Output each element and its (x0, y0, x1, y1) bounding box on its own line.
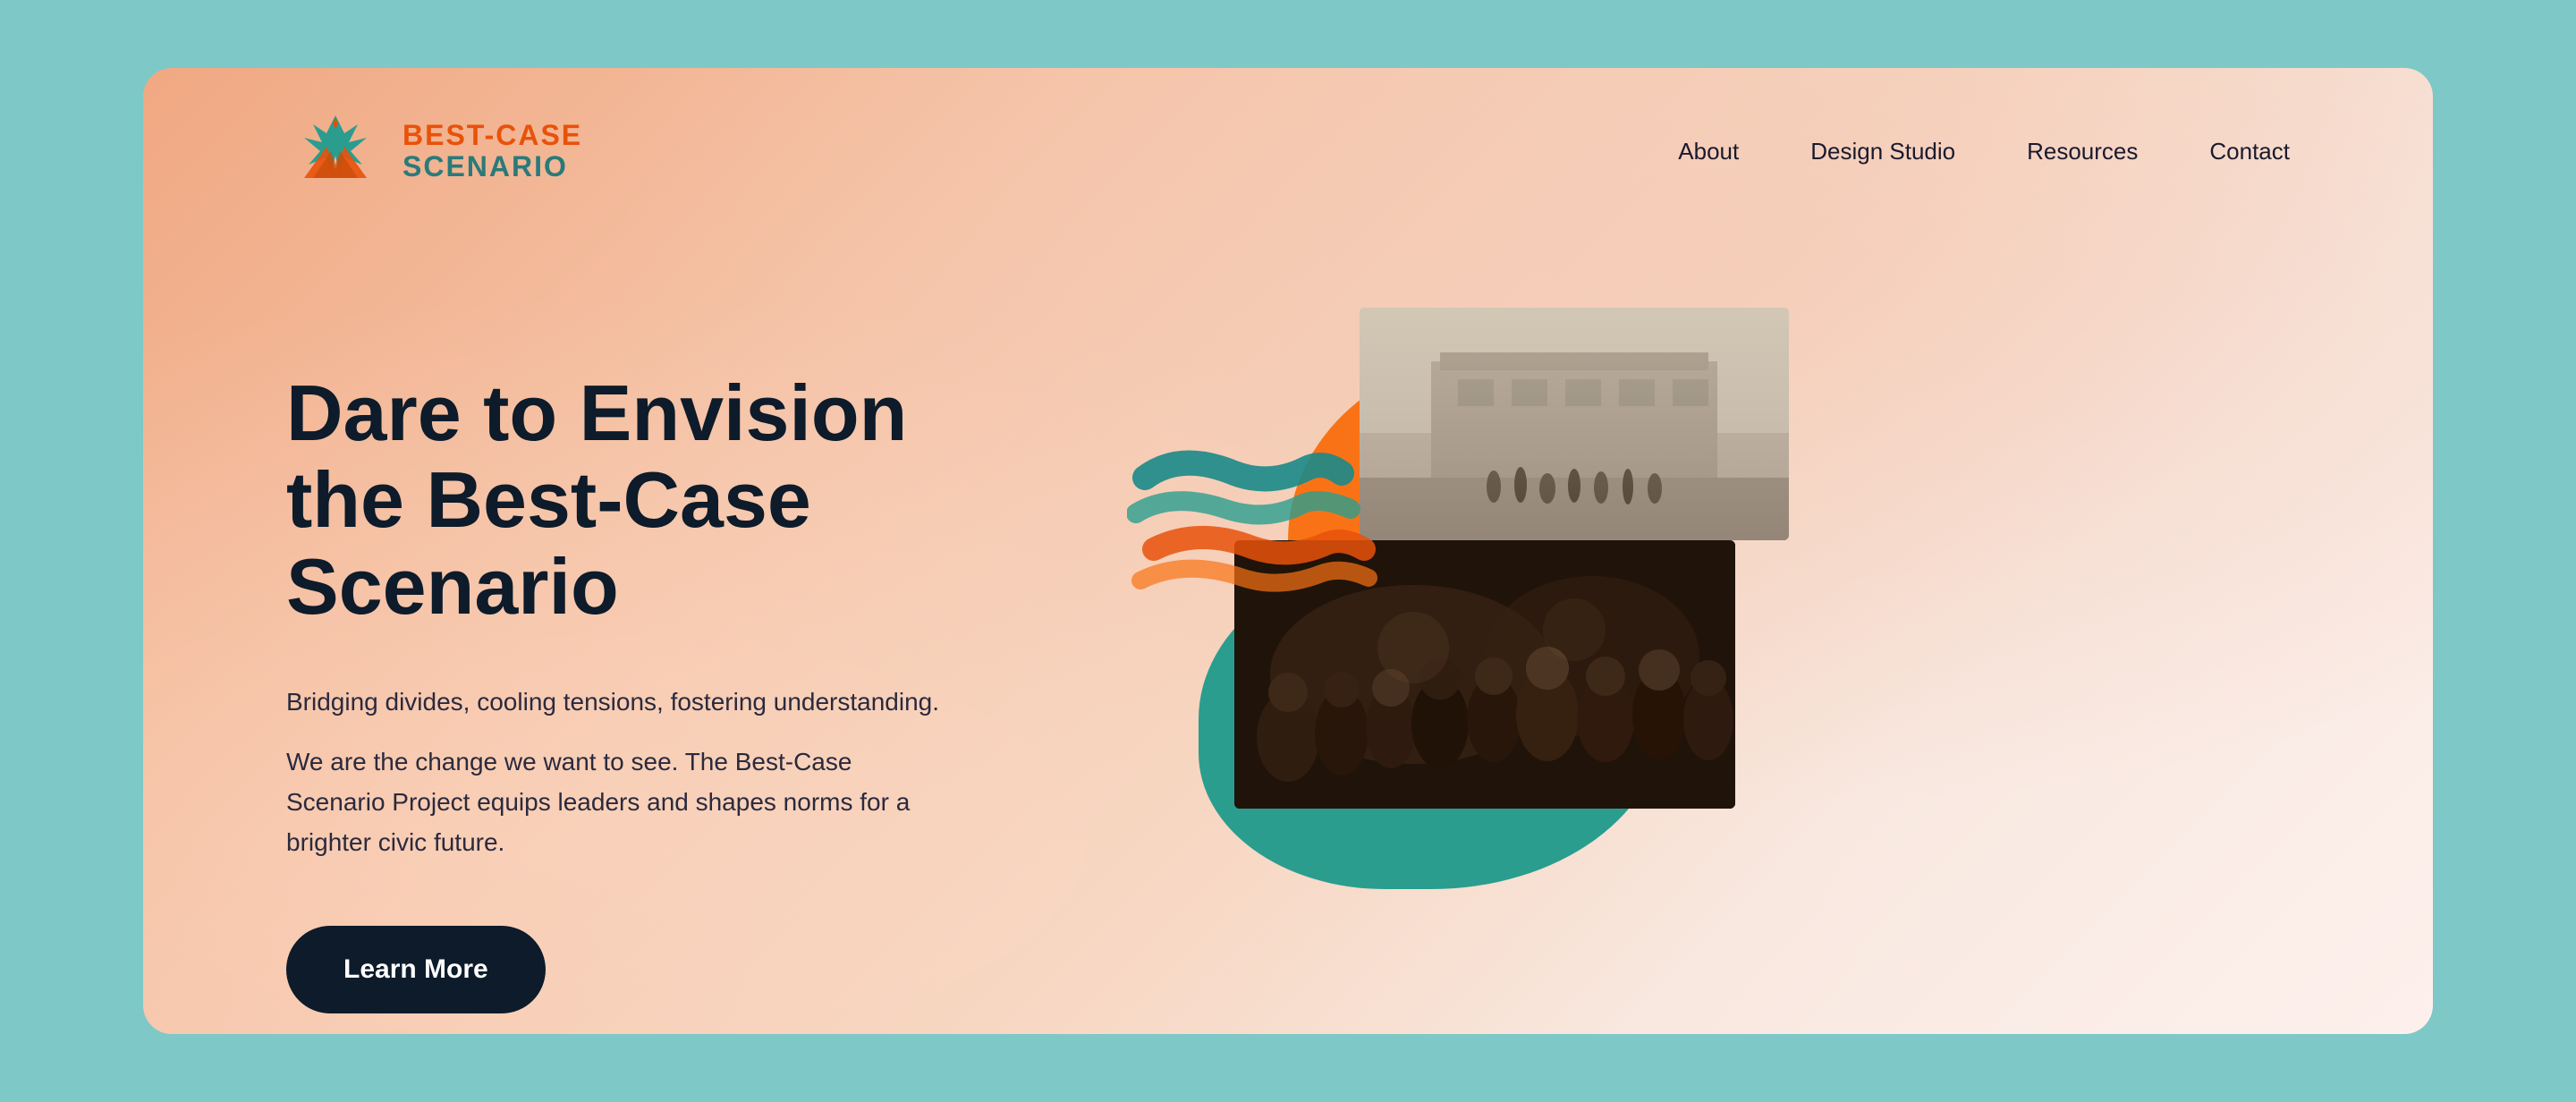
hero-subtitle: Bridging divides, cooling tensions, fost… (286, 683, 966, 721)
photo-top (1360, 308, 1789, 540)
building-scene-icon (1360, 308, 1789, 540)
logo-case: CASE (496, 119, 582, 151)
learn-more-button[interactable]: Learn More (286, 926, 546, 1013)
logo-area: BEST-CASE SCENARIO (286, 111, 582, 191)
logo-best: BEST- (402, 119, 496, 151)
nav-resources[interactable]: Resources (2027, 138, 2138, 165)
logo-text: BEST-CASE SCENARIO (402, 120, 582, 182)
nav-contact[interactable]: Contact (2209, 138, 2290, 165)
brush-strokes-icon (1127, 424, 1395, 648)
browser-window: BEST-CASE SCENARIO About Design Studio R… (143, 68, 2433, 1034)
nav-links: About Design Studio Resources Contact (1678, 138, 2290, 165)
logo-icon (286, 111, 385, 191)
nav-about[interactable]: About (1678, 138, 1739, 165)
hero-title: Dare to Envision the Best-Case Scenario (286, 370, 966, 630)
hero-section: Dare to Envision the Best-Case Scenario … (143, 191, 2433, 1013)
navigation: BEST-CASE SCENARIO About Design Studio R… (143, 68, 2433, 191)
photo-top-image (1360, 308, 1789, 540)
nav-design-studio[interactable]: Design Studio (1810, 138, 1955, 165)
hero-content: Dare to Envision the Best-Case Scenario … (286, 299, 966, 1013)
logo-line2: SCENARIO (402, 151, 582, 182)
hero-visual (1038, 281, 2290, 907)
hero-description: We are the change we want to see. The Be… (286, 742, 912, 862)
outdoor-scene (1360, 308, 1789, 540)
logo-line1: BEST-CASE (402, 120, 582, 151)
